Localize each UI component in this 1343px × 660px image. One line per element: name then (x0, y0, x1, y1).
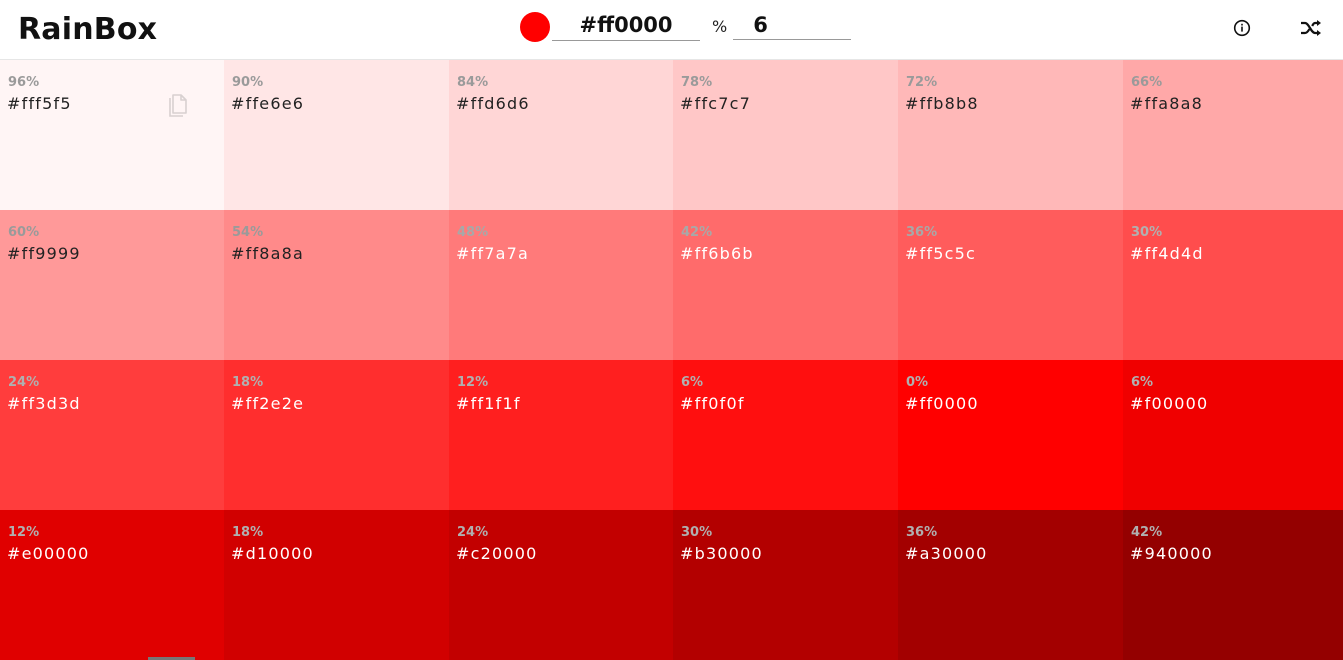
cell-hex: #c20000 (456, 544, 538, 563)
cell-percent: 60% (8, 225, 40, 240)
color-cell[interactable]: 36% #ff5c5c (898, 210, 1123, 360)
cell-percent: 48% (457, 225, 489, 240)
color-cell[interactable]: 30% #ff4d4d (1123, 210, 1343, 360)
copy-icon[interactable] (167, 93, 189, 119)
cell-hex: #ff4d4d (1130, 244, 1204, 263)
color-cell[interactable]: 18% #ff2e2e (224, 360, 449, 510)
color-cell[interactable]: 90% #ffe6e6 (224, 60, 449, 210)
color-swatch-preview[interactable] (520, 12, 550, 42)
cell-hex: #ff0000 (905, 394, 979, 413)
color-cell[interactable]: 12% #e00000 (0, 510, 224, 660)
color-controls: % (520, 10, 852, 44)
cell-hex: #a30000 (905, 544, 988, 563)
color-cell[interactable]: 54% #ff8a8a (224, 210, 449, 360)
color-cell[interactable]: 12% #ff1f1f (449, 360, 673, 510)
cell-hex: #ffa8a8 (1130, 94, 1204, 113)
cell-hex: #ff7a7a (456, 244, 530, 263)
color-cell[interactable]: 6% #ff0f0f (673, 360, 898, 510)
color-cell[interactable]: 36% #a30000 (898, 510, 1123, 660)
cell-hex: #ff2e2e (231, 394, 305, 413)
cell-hex: #ffc7c7 (680, 94, 752, 113)
cell-hex: #e00000 (7, 544, 90, 563)
cell-hex: #ffb8b8 (905, 94, 979, 113)
cell-hex: #ff1f1f (456, 394, 521, 413)
cell-percent: 72% (906, 75, 938, 90)
info-icon (1233, 19, 1251, 37)
cell-percent: 24% (8, 375, 40, 390)
cell-percent: 30% (681, 525, 713, 540)
cell-hex: #ff3d3d (7, 394, 81, 413)
color-cell[interactable]: 42% #ff6b6b (673, 210, 898, 360)
color-cell[interactable]: 78% #ffc7c7 (673, 60, 898, 210)
color-cell[interactable]: 24% #c20000 (449, 510, 673, 660)
color-hex-input[interactable] (552, 10, 700, 41)
cell-hex: #ff8a8a (231, 244, 305, 263)
cell-hex: #ff0f0f (680, 394, 745, 413)
cell-percent: 42% (1131, 525, 1163, 540)
color-cell[interactable]: 96% #fff5f5 (0, 60, 224, 210)
color-cell[interactable]: 60% #ff9999 (0, 210, 224, 360)
shuffle-button[interactable] (1299, 16, 1323, 40)
cell-percent: 42% (681, 225, 713, 240)
color-cell[interactable]: 30% #b30000 (673, 510, 898, 660)
color-cell[interactable]: 0% #ff0000 (898, 360, 1123, 510)
cell-percent: 18% (232, 525, 264, 540)
color-cell[interactable]: 72% #ffb8b8 (898, 60, 1123, 210)
cell-percent: 6% (1131, 375, 1154, 390)
info-button[interactable] (1230, 16, 1254, 40)
cell-percent: 84% (457, 75, 489, 90)
cell-hex: #ff6b6b (680, 244, 754, 263)
step-percent-input[interactable] (733, 10, 852, 40)
cell-percent: 18% (232, 375, 264, 390)
color-cell[interactable]: 18% #d10000 (224, 510, 449, 660)
cell-percent: 96% (8, 75, 40, 90)
color-cell[interactable]: 84% #ffd6d6 (449, 60, 673, 210)
color-cell[interactable]: 42% #940000 (1123, 510, 1343, 660)
percent-label: % (712, 17, 728, 36)
cell-percent: 66% (1131, 75, 1163, 90)
color-cell[interactable]: 24% #ff3d3d (0, 360, 224, 510)
shade-grid: 96% #fff5f5 90% #ffe6e6 84% #ffd6d6 78% #ffc7c7… (0, 60, 1343, 660)
cell-percent: 30% (1131, 225, 1163, 240)
cell-hex: #d10000 (231, 544, 314, 563)
color-cell[interactable]: 6% #f00000 (1123, 360, 1343, 510)
cell-percent: 12% (8, 525, 40, 540)
app-logo: RainBox (18, 12, 158, 47)
app-header: RainBox % (0, 0, 1343, 60)
shuffle-icon (1301, 20, 1321, 36)
cell-percent: 12% (457, 375, 489, 390)
cell-percent: 36% (906, 225, 938, 240)
cell-percent: 6% (681, 375, 704, 390)
cell-hex: #fff5f5 (7, 94, 72, 113)
cell-percent: 78% (681, 75, 713, 90)
cell-hex: #ffd6d6 (456, 94, 530, 113)
cell-hex: #ff5c5c (905, 244, 977, 263)
cell-percent: 90% (232, 75, 264, 90)
cell-percent: 54% (232, 225, 264, 240)
cell-hex: #ffe6e6 (231, 94, 305, 113)
color-cell[interactable]: 48% #ff7a7a (449, 210, 673, 360)
color-cell[interactable]: 66% #ffa8a8 (1123, 60, 1343, 210)
cell-hex: #b30000 (680, 544, 763, 563)
cell-percent: 36% (906, 525, 938, 540)
cell-hex: #940000 (1130, 544, 1213, 563)
cell-hex: #f00000 (1130, 394, 1209, 413)
cell-percent: 24% (457, 525, 489, 540)
cell-hex: #ff9999 (7, 244, 81, 263)
cell-percent: 0% (906, 375, 929, 390)
